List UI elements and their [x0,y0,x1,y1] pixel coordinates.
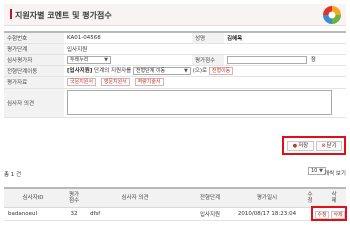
col-edit: 수 정 [298,188,322,208]
row-actions-highlight: 수정 삭제 [311,206,347,221]
close-button[interactable]: ⊗닫기 [316,141,342,151]
doc-english-resume-link[interactable]: 영문지원서 [100,78,130,86]
col-datetime: 평가일시 [236,188,298,208]
cell-reviewer-id: badanoeul [4,207,62,221]
title-accent-bar [10,9,12,19]
window-header: 지원자별 코멘트 및 평가점수 [4,4,346,26]
name-label: 성명 [192,32,224,44]
move-text-1: 단계의 지원자를 [94,68,132,75]
cell-stage: 입사지원 [184,207,236,221]
move-label: 전형단계이동 [4,65,64,77]
cell-opinion: dfsf [86,207,184,221]
table-row: badanoeul 32 dfsf 입사지원 2010/08/17 18:23:… [4,207,346,221]
stage-value: 입사지원 [64,43,346,55]
per-page-value: 10 [311,168,318,174]
move-text-2: (으)로 [192,68,208,75]
col-score: 평가 점수 [62,188,86,208]
exam-no-value: KA01-04568 [64,32,192,44]
doc-competency-link[interactable]: 역량기술서 [134,78,164,86]
save-button[interactable]: ●저장 [287,141,314,151]
cell-score: 32 [62,207,86,221]
move-stage-select[interactable]: 전형단계 이동 ▼ [132,66,191,75]
reviewer-select-value: 두레누리 [70,56,89,63]
list-toolbar: 총 1 건 10 ▼ 개씩 보기 [4,167,346,181]
col-reviewer-id: 심사자ID [4,188,62,208]
col-delete: 삭 제 [322,188,346,208]
name-value: 김혜옥 [224,32,346,44]
move-stage-select-value: 전형단계 이동 [135,67,166,74]
exam-no-label: 수험번호 [4,32,64,44]
evaluation-window: 지원자별 코멘트 및 평가점수 수험번호 KA01-04568 성명 김혜옥 평… [0,0,350,243]
docs-label: 평가자료 [4,76,64,89]
col-opinion: 심사자 의견 [86,188,184,208]
close-icon: ⊗ [321,143,326,149]
reviewer-select[interactable]: 두레누리 ▼ [67,55,111,64]
score-unit: 점 [310,57,316,64]
doc-korean-resume-link[interactable]: 국문지원서 [67,78,97,86]
logo-icon [323,6,341,24]
stage-label: 평가단계 [4,43,64,55]
col-stage: 전형단계 [184,188,236,208]
total-count: 총 1 건 [4,172,22,178]
opinion-textarea[interactable] [67,90,332,115]
cell-datetime: 2010/08/17 18:23:04 [236,207,298,221]
delete-button[interactable]: 삭제 [331,211,345,219]
close-label: 닫기 [326,143,337,149]
page-title: 지원자별 코멘트 및 평가점수 [15,11,112,20]
save-label: 저장 [298,143,309,149]
evaluation-form: 수험번호 KA01-04568 성명 김혜옥 평가단계 입사지원 심사평가자 두… [4,31,346,118]
chevron-down-icon: ▼ [184,67,188,74]
score-label: 평가점수 [192,54,224,66]
review-list-table: 심사자ID 평가 점수 심사자 의견 전형단계 평가일시 수 정 삭 제 bad… [4,187,346,221]
per-page-label: 개씩 보기 [324,171,346,177]
move-stage-name: [입사지원] [67,68,93,75]
opinion-label: 심사자 의견 [4,88,64,118]
move-stage-button[interactable]: 전형이동 [208,66,234,75]
check-icon: ● [292,143,298,149]
chevron-down-icon: ▼ [104,56,108,63]
action-buttons-highlight: ●저장 ⊗닫기 [282,136,346,155]
edit-button[interactable]: 수정 [315,211,329,219]
score-input[interactable] [227,55,307,64]
reviewer-label: 심사평가자 [4,54,64,66]
